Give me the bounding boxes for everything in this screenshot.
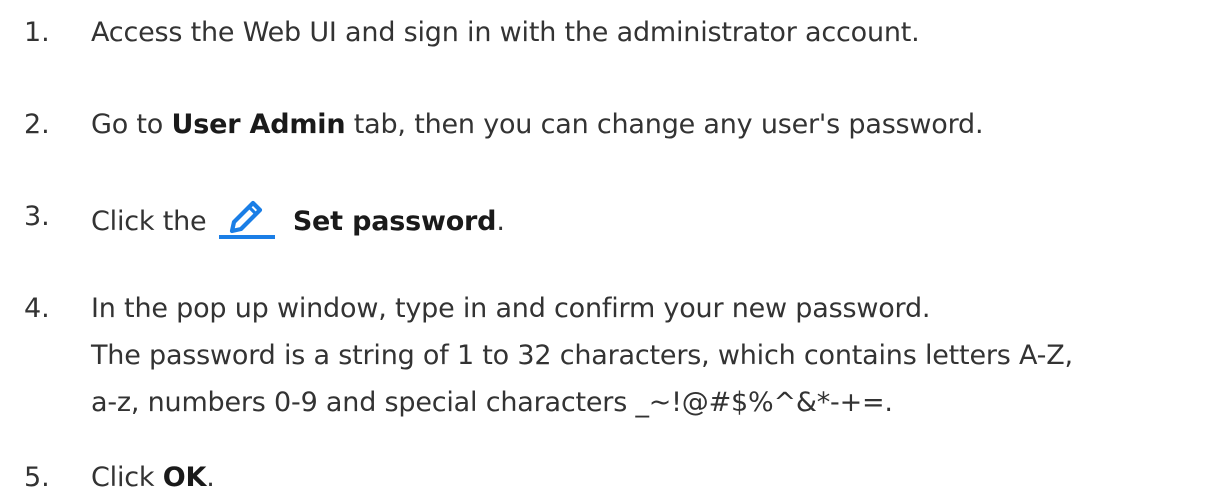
step-4-continuation-1: The password is a string of 1 to 32 char… (91, 340, 1073, 371)
step-2-text: Go to User Admin tab, then you can chang… (91, 108, 984, 142)
step-2-number: 2. (24, 109, 50, 140)
step-5-text: Click OK. (91, 461, 215, 495)
step-2-prefix: Go to (91, 109, 172, 140)
step-4-number: 4. (24, 293, 50, 324)
ok-label: OK (162, 462, 207, 493)
step-3-suffix: . (496, 206, 505, 237)
step-5-number: 5. (24, 462, 50, 493)
step-3-number: 3. (24, 201, 50, 232)
user-admin-label: User Admin (171, 109, 346, 140)
step-4-text: In the pop up window, type in and confir… (91, 293, 931, 324)
pencil-edit-icon (215, 200, 279, 240)
step-5-prefix: Click (91, 462, 163, 493)
step-1-text: Access the Web UI and sign in with the a… (91, 17, 920, 48)
step-5-suffix: . (206, 462, 215, 493)
step-3-text: Click the Set password. (91, 200, 505, 240)
step-1-number: 1. (24, 17, 50, 48)
step-3-prefix: Click the (91, 206, 215, 237)
step-2-suffix: tab, then you can change any user's pass… (345, 109, 984, 140)
step-4-continuation-2: a-z, numbers 0-9 and special characters … (91, 387, 893, 418)
set-password-label: Set password (292, 206, 497, 237)
